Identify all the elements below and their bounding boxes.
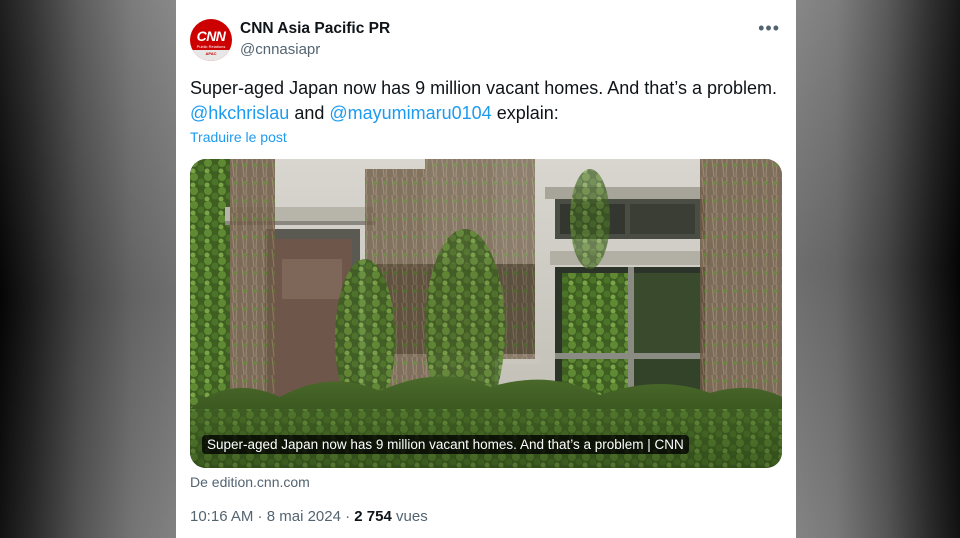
tweet-meta: 10:16 AM · 8 mai 2024 · 2 754 vues	[190, 508, 428, 525]
meta-separator: ·	[340, 508, 355, 525]
tweet-text-part: Super-aged Japan now has 9 million vacan…	[190, 78, 778, 98]
vacant-house-photo	[190, 159, 782, 468]
avatar-subtitle: Public Relations	[196, 44, 226, 49]
tweet-text-part: explain:	[491, 103, 559, 123]
blurred-background-right	[796, 0, 960, 538]
account-handle[interactable]: @cnnasiapr	[240, 41, 320, 58]
tweet-card: CNN Public Relations APAC CNN Asia Pacif…	[176, 0, 796, 538]
link-source[interactable]: De edition.cnn.com	[190, 474, 310, 490]
link-card-image[interactable]: Super-aged Japan now has 9 million vacan…	[190, 159, 782, 468]
mention-link[interactable]: @mayumimaru0104	[329, 103, 491, 123]
views-label: vues	[391, 508, 428, 525]
blurred-background-left	[0, 0, 176, 538]
tweet-text: Super-aged Japan now has 9 million vacan…	[190, 76, 780, 126]
tweet-date[interactable]: 8 mai 2024	[267, 508, 341, 525]
tweet-time[interactable]: 10:16 AM	[190, 508, 253, 525]
translate-post-link[interactable]: Traduire le post	[190, 129, 287, 145]
avatar-region: APAC	[190, 50, 232, 61]
account-name[interactable]: CNN Asia Pacific PR	[240, 20, 390, 38]
mention-link[interactable]: @hkchrislau	[190, 103, 289, 123]
avatar-logo: CNN	[196, 28, 226, 44]
more-options-icon[interactable]: •••	[758, 18, 780, 39]
tweet-text-part: and	[289, 103, 330, 123]
views-count: 2 754	[354, 508, 392, 525]
meta-separator: ·	[253, 508, 267, 525]
avatar[interactable]: CNN Public Relations APAC	[190, 19, 232, 61]
link-card-caption: Super-aged Japan now has 9 million vacan…	[202, 435, 689, 454]
